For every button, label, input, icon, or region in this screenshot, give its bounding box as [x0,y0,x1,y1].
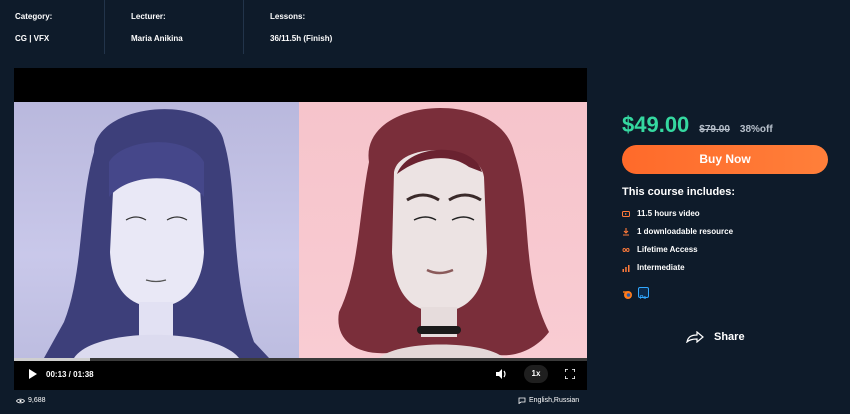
include-label: 11.5 hours video [637,209,700,218]
share-label: Share [714,331,745,343]
languages-value: English,Russian [529,397,580,404]
discount-label: 38%off [739,124,773,135]
level-icon [622,264,630,272]
speed-button[interactable]: 1x [524,365,548,383]
include-label: Intermediate [637,263,685,272]
include-label: Lifetime Access [637,245,698,254]
progress-fill [14,358,91,361]
original-price: $79.00 [699,124,730,135]
play-icon[interactable] [28,369,37,381]
progress-bar[interactable] [14,358,587,361]
buy-now-button[interactable]: Buy Now [622,145,828,174]
lessons-label: Lessons: [270,12,306,21]
pricing: $49.00 $79.00 38%off [622,112,773,142]
meta-divider [243,0,244,54]
svg-text:Ps: Ps [640,295,646,301]
lecturer-value[interactable]: Maria Anikina [131,34,183,43]
meta-lessons: Lessons: 36/11.5h (Finish) [270,12,332,43]
video-player[interactable]: 00:13 / 01:38 1x [14,68,587,390]
chat-bubble-icon [518,397,526,404]
volume-icon[interactable] [496,369,507,381]
meta-category: Category: CG | VFX [15,12,52,43]
include-item: Lifetime Access [622,245,698,254]
video-frame-left [14,102,299,358]
include-label: 1 downloadable resource [637,227,734,236]
views-value: 9,688 [28,397,46,404]
languages: English,Russian [518,397,579,404]
video-time: 00:13 / 01:38 [46,370,94,379]
include-item: 11.5 hours video [622,209,700,218]
meta-divider [104,0,105,54]
character-render-right [338,107,549,358]
include-item: Intermediate [622,263,685,272]
speed-label: 1x [531,369,541,378]
video-frame-right [299,102,587,358]
video-icon [622,210,630,218]
view-count: 9,688 [16,397,46,404]
lecturer-label: Lecturer: [131,12,166,21]
category-label: Category: [15,12,53,21]
video-letterbox-top [14,68,587,102]
download-icon [622,227,630,236]
lessons-value: 36/11.5h (Finish) [270,34,333,43]
eye-icon [16,398,25,404]
photoshop-icon: Ps [638,287,649,301]
blender-icon [622,287,633,299]
share-icon [686,331,704,343]
include-item: 1 downloadable resource [622,227,733,236]
fullscreen-icon[interactable] [564,368,576,381]
share-button[interactable]: Share [686,331,745,343]
current-price: $49.00 [622,112,690,137]
character-render-left [44,109,269,358]
meta-lecturer: Lecturer: Maria Anikina [131,12,183,43]
infinity-icon [622,246,630,254]
category-value[interactable]: CG | VFX [15,34,52,43]
includes-title: This course includes: [622,186,736,198]
software-tools: Ps [622,287,654,301]
player-controls: 00:13 / 01:38 1x [14,358,587,390]
